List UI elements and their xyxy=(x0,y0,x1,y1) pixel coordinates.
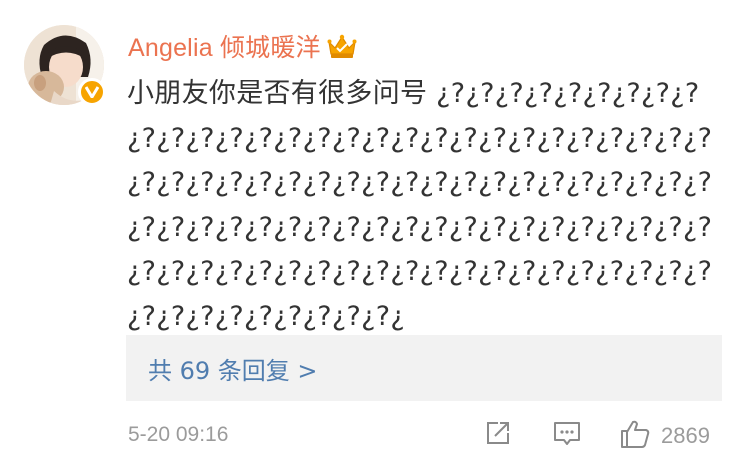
thumbs-up-icon xyxy=(619,418,651,454)
verified-badge xyxy=(78,78,106,106)
comment-icon xyxy=(552,419,582,453)
view-replies-button[interactable]: 共 69 条回复 > xyxy=(126,335,722,401)
like-button[interactable]: 2869 xyxy=(619,418,710,454)
replies-label: 共 69 条回复 > xyxy=(148,356,318,385)
like-count: 2869 xyxy=(661,423,710,448)
crown-icon[interactable] xyxy=(327,33,357,59)
username[interactable]: Angelia 倾城暖洋 xyxy=(128,28,321,64)
comment-button[interactable] xyxy=(552,419,582,453)
timestamp: 5-20 09:16 xyxy=(128,423,229,446)
comment-text: 小朋友你是否有很多问号 ¿?¿?¿?¿?¿?¿?¿?¿?¿?¿?¿?¿?¿?¿?… xyxy=(127,78,713,332)
username-row: Angelia 倾城暖洋 xyxy=(128,26,357,66)
share-icon xyxy=(484,419,512,451)
v-badge-icon xyxy=(84,83,100,102)
share-button[interactable] xyxy=(484,419,512,451)
